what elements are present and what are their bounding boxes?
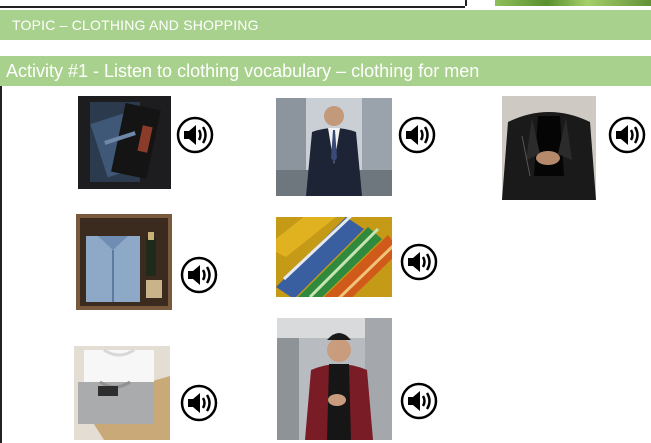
slide-left-border bbox=[0, 86, 2, 443]
activity-header: Activity #1 - Listen to clothing vocabul… bbox=[0, 56, 651, 86]
jeans-image bbox=[78, 96, 171, 189]
corner-leaf-photo bbox=[465, 0, 651, 6]
play-blazer-audio-button[interactable] bbox=[400, 382, 438, 420]
play-t-shirt-audio-button[interactable] bbox=[180, 384, 218, 422]
play-shirt-audio-button[interactable] bbox=[180, 256, 218, 294]
play-tie-audio-button[interactable] bbox=[400, 243, 438, 281]
topic-header: TOPIC – CLOTHING AND SHOPPING bbox=[0, 10, 651, 40]
t-shirts-image bbox=[74, 346, 170, 440]
ties-image bbox=[276, 217, 392, 297]
speaker-icon bbox=[400, 243, 438, 281]
top-divider bbox=[0, 0, 465, 8]
speaker-icon bbox=[180, 384, 218, 422]
speaker-icon bbox=[608, 116, 646, 154]
blazer-image bbox=[277, 318, 392, 440]
suit-image bbox=[276, 98, 392, 196]
speaker-icon bbox=[400, 382, 438, 420]
speaker-icon bbox=[176, 116, 214, 154]
shirt-suitcase-image bbox=[76, 214, 172, 310]
leather-jacket-image bbox=[502, 96, 596, 200]
speaker-icon bbox=[398, 116, 436, 154]
play-jacket-audio-button[interactable] bbox=[608, 116, 646, 154]
play-jeans-audio-button[interactable] bbox=[176, 116, 214, 154]
speaker-icon bbox=[180, 256, 218, 294]
play-suit-audio-button[interactable] bbox=[398, 116, 436, 154]
